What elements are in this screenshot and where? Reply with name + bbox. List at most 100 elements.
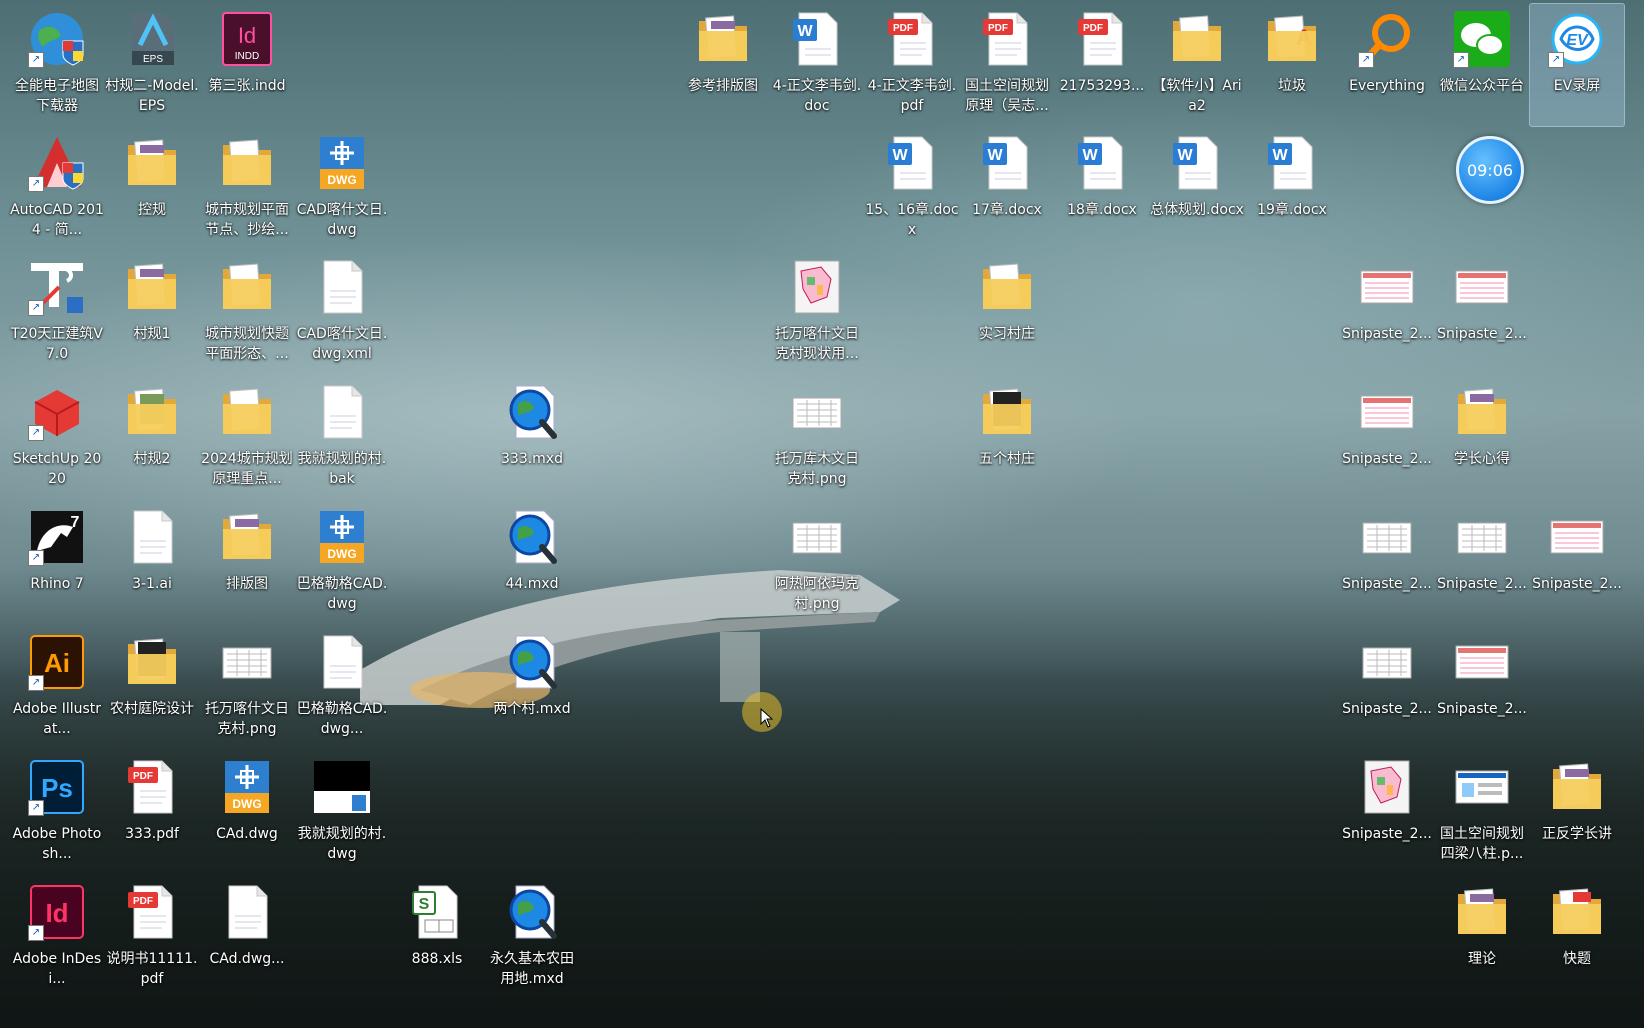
desktop-icon[interactable]: 我就规划的村.bak — [295, 377, 389, 499]
desktop-icon[interactable]: 托万喀什文日克村现状用... — [770, 252, 864, 374]
desktop-icon[interactable]: PDF 4-正文李韦剑.pdf — [865, 4, 959, 126]
desktop-icon[interactable]: ↗ SketchUp 2020 — [10, 377, 104, 499]
desktop-icon[interactable]: W 18章.docx — [1055, 128, 1149, 250]
desktop-icon[interactable]: 参考排版图 — [676, 4, 770, 126]
desktop-icon-label: 巴格勒格CAD.dwg... — [296, 701, 388, 737]
desktop-icon[interactable]: 学长心得 — [1435, 377, 1529, 499]
desktop-icon[interactable]: DWG CAd.dwg — [200, 752, 294, 874]
desktop-icon[interactable]: 巴格勒格CAD.dwg... — [295, 627, 389, 749]
desktop-icon[interactable]: 7 ↗ Rhino 7 — [10, 502, 104, 624]
desktop-icon[interactable]: Snipaste_2... — [1340, 377, 1434, 499]
folder-icon — [1451, 381, 1513, 443]
svg-text:W: W — [1272, 147, 1288, 164]
desktop-icon-label: 五个村庄 — [979, 451, 1035, 467]
desktop-icon[interactable]: 快题 — [1530, 877, 1624, 999]
desktop-icon[interactable]: 农村庭院设计 — [105, 627, 199, 749]
desktop-icon[interactable]: PDF 说明书11111.pdf — [105, 877, 199, 999]
desktop-icon[interactable]: 五个村庄 — [960, 377, 1054, 499]
desktop-icon[interactable]: DWG CAD喀什文日.dwg — [295, 128, 389, 250]
desktop-icon[interactable]: 国土空间规划四梁八柱.p... — [1435, 752, 1529, 874]
desktop-icon[interactable]: ↗ AutoCAD 2014 - 简... — [10, 128, 104, 250]
desktop-icon[interactable]: Ps ↗ Adobe Photosh... — [10, 752, 104, 874]
desktop-icon[interactable]: ↗ 全能电子地图下载器 — [10, 4, 104, 126]
desktop-icon[interactable]: 村规1 — [105, 252, 199, 374]
desktop-icon[interactable]: PDF 21753293... — [1055, 4, 1149, 126]
shortcut-arrow-icon: ↗ — [28, 52, 44, 68]
desktop-icon[interactable]: 城市规划快题平面形态、... — [200, 252, 294, 374]
floating-clock-widget[interactable]: 09:06 — [1456, 136, 1524, 204]
desktop-icon-label: 333.mxd — [501, 451, 563, 467]
desktop-icon[interactable]: Snipaste_2... — [1340, 627, 1434, 749]
desktop-icon[interactable]: ↗ T20天正建筑V7.0 — [10, 252, 104, 374]
desktop-icon[interactable]: 托万库木文日克村.png — [770, 377, 864, 499]
desktop-icon[interactable]: 阿热阿依玛克村.png — [770, 502, 864, 624]
desktop-icon[interactable]: 排版图 — [200, 502, 294, 624]
desktop-icon[interactable]: EPS 村规二-Model.EPS — [105, 4, 199, 126]
desktop-icon[interactable]: Ai ↗ Adobe Illustrat... — [10, 627, 104, 749]
desktop-icon-label: CAd.dwg... — [209, 951, 285, 967]
desktop-icon[interactable]: W 15、16章.docx — [865, 128, 959, 250]
desktop-icon[interactable]: Snipaste_2... — [1435, 502, 1529, 624]
desktop-icon-label: 17章.docx — [972, 202, 1042, 218]
desktop-icon[interactable]: 城市规划平面节点、抄绘... — [200, 128, 294, 250]
desktop-icon[interactable]: Id ↗ Adobe InDesi... — [10, 877, 104, 999]
desktop-icon[interactable]: Snipaste_2... — [1340, 752, 1434, 874]
desktop-icon[interactable]: 正反学长讲 — [1530, 752, 1624, 874]
desktop-icon[interactable]: S 888.xls — [390, 877, 484, 999]
spreadsheet-file-icon: S — [406, 881, 468, 943]
desktop-icon-label: 城市规划快题平面形态、... — [205, 326, 289, 362]
desktop-icon[interactable]: 44.mxd — [485, 502, 579, 624]
desktop-icon[interactable]: 3-1.ai — [105, 502, 199, 624]
desktop-icon[interactable]: W 总体规划.docx — [1150, 128, 1244, 250]
desktop-icon[interactable]: 两个村.mxd — [485, 627, 579, 749]
desktop-icon[interactable]: ↗ Everything — [1340, 4, 1434, 126]
desktop-icon[interactable]: CAd.dwg... — [200, 877, 294, 999]
desktop-icon[interactable]: 实习村庄 — [960, 252, 1054, 374]
pdf-file-icon: PDF — [121, 756, 183, 818]
desktop-icon[interactable]: 永久基本农田用地.mxd — [485, 877, 579, 999]
desktop-icon[interactable]: 我就规划的村.dwg — [295, 752, 389, 874]
folder-icon: A — [1261, 8, 1323, 70]
desktop-icon[interactable]: PDF 国土空间规划原理（吴志... — [960, 4, 1054, 126]
desktop-icon[interactable]: Id INDD 第三张.indd — [200, 4, 294, 126]
svg-text:DWG: DWG — [327, 547, 356, 561]
desktop-icon[interactable]: Snipaste_2... — [1435, 252, 1529, 374]
svg-text:W: W — [1177, 147, 1193, 164]
shortcut-arrow-icon: ↗ — [28, 550, 44, 566]
svg-text:W: W — [1082, 147, 1098, 164]
desktop-icon[interactable]: 控规 — [105, 128, 199, 250]
arcgis-mxd-file-icon — [501, 881, 563, 943]
desktop-icon[interactable]: Snipaste_2... — [1435, 627, 1529, 749]
desktop-icon[interactable]: A 垃圾 — [1245, 4, 1339, 126]
desktop-icon[interactable]: ↗ 微信公众平台 — [1435, 4, 1529, 126]
image-thumbnail-icon — [1356, 506, 1418, 568]
desktop-icon-label: 正反学长讲 — [1542, 826, 1612, 842]
desktop-icon[interactable]: PDF 333.pdf — [105, 752, 199, 874]
svg-text:PDF: PDF — [988, 23, 1008, 34]
desktop-icon[interactable]: 【软件小】Aria2 — [1150, 4, 1244, 126]
sketchup-app-icon: ↗ — [26, 381, 88, 443]
desktop-icon[interactable]: EV ↗ EV录屏 — [1529, 3, 1625, 127]
desktop-icon[interactable]: Snipaste_2... — [1340, 502, 1434, 624]
desktop-icon-label: Snipaste_2... — [1532, 576, 1622, 592]
desktop-icon[interactable]: Snipaste_2... — [1340, 252, 1434, 374]
desktop-icon-label: 托万喀什文日克村.png — [205, 701, 289, 737]
desktop-icon[interactable]: W 17章.docx — [960, 128, 1054, 250]
desktop-icon-label: 阿热阿依玛克村.png — [775, 576, 859, 612]
illustrator-app-icon: Ai ↗ — [26, 631, 88, 693]
desktop-icon[interactable]: 333.mxd — [485, 377, 579, 499]
desktop-icon[interactable]: 理论 — [1435, 877, 1529, 999]
desktop[interactable]: ↗ 全能电子地图下载器 EPS 村规二-Model.EPS Id INDD 第三张.indd… — [0, 0, 1644, 1028]
folder-icon — [976, 256, 1038, 318]
desktop-icon[interactable]: Snipaste_2... — [1530, 502, 1624, 624]
desktop-icon[interactable]: 托万喀什文日克村.png — [200, 627, 294, 749]
desktop-icon-label: 19章.docx — [1257, 202, 1327, 218]
desktop-icon[interactable]: 2024城市规划原理重点... — [200, 377, 294, 499]
folder-icon — [216, 506, 278, 568]
desktop-icon[interactable]: CAD喀什文日.dwg.xml — [295, 252, 389, 374]
shortcut-arrow-icon: ↗ — [1358, 52, 1374, 68]
desktop-icon[interactable]: W 19章.docx — [1245, 128, 1339, 250]
desktop-icon[interactable]: 村规2 — [105, 377, 199, 499]
desktop-icon[interactable]: W 4-正文李韦剑.doc — [770, 4, 864, 126]
desktop-icon[interactable]: DWG 巴格勒格CAD.dwg — [295, 502, 389, 624]
